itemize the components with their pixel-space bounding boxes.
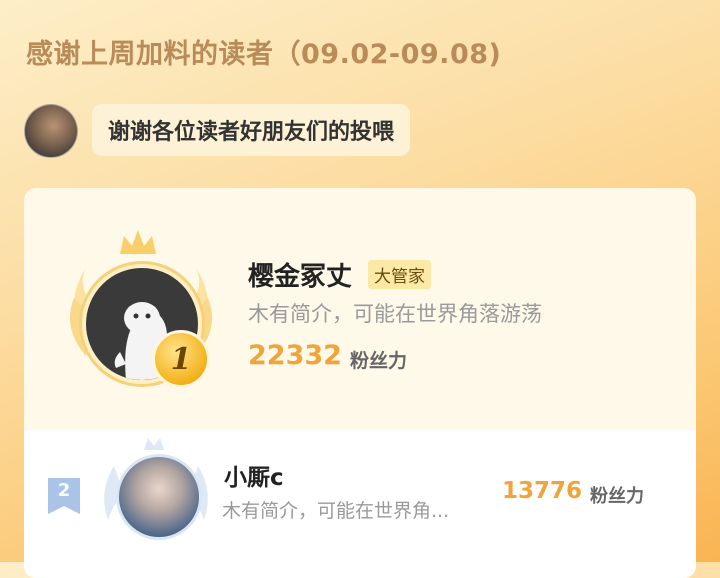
rank-second-row[interactable]: 2 小厮c 木有简介，可能在世界角... 13776 粉丝力 (24, 430, 696, 578)
rank-second-unit: 粉丝力 (590, 486, 644, 507)
author-message: 谢谢各位读者好朋友们的投喂 (108, 120, 395, 145)
rank-second-name[interactable]: 小厮c (224, 458, 284, 492)
rank-first-bio: 木有简介，可能在世界角落游荡 (248, 302, 542, 326)
rank-first-number: 1 (170, 341, 192, 377)
author-message-bubble: 谢谢各位读者好朋友们的投喂 (92, 104, 411, 156)
rank-first-medal: 1 (152, 330, 210, 388)
ranking-card: 1 樱金冢丈 大管家 木有简介，可能在世界角落游荡 22332 粉丝力 2 小厮… (24, 188, 696, 578)
rank-first-score: 22332 (248, 340, 342, 371)
rank-second-score: 13776 (502, 478, 583, 504)
page-title: 感谢上周加料的读者（09.02-09.08) (26, 39, 502, 70)
rank-second-bio: 木有简介，可能在世界角... (222, 500, 450, 522)
rank-first-unit: 粉丝力 (350, 350, 408, 372)
rank-first-badge: 大管家 (368, 260, 431, 289)
rank-first-row[interactable]: 1 樱金冢丈 大管家 木有简介，可能在世界角落游荡 22332 粉丝力 (24, 188, 696, 430)
author-avatar[interactable] (24, 104, 78, 158)
rank-first-name[interactable]: 樱金冢丈 (248, 256, 352, 293)
rank-second-number: 2 (57, 480, 71, 501)
crown-icon (120, 230, 156, 254)
rank-second-avatar[interactable] (116, 454, 202, 540)
